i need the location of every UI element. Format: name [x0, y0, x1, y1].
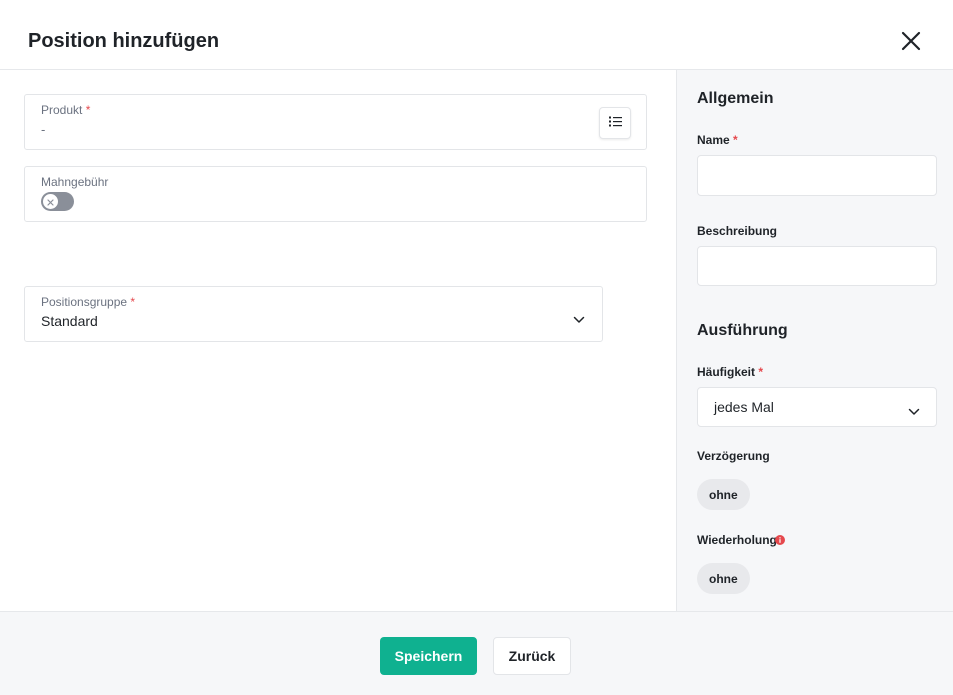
mahngebuehr-toggle[interactable] — [41, 192, 74, 211]
mahngebuehr-label: Mahngebühr — [41, 175, 109, 189]
save-button[interactable]: Speichern — [380, 637, 477, 675]
name-label: Name * — [697, 133, 738, 147]
dialog-title: Position hinzufügen — [28, 30, 220, 52]
wiederholung-label: Wiederholung — [697, 533, 777, 547]
name-input[interactable] — [697, 155, 937, 196]
produkt-label: Produkt * — [41, 103, 91, 117]
wiederholung-chip[interactable]: ohne — [697, 563, 750, 594]
chevron-down-icon — [573, 311, 585, 323]
produkt-field[interactable]: Produkt * - — [24, 94, 647, 150]
verzoegerung-label: Verzögerung — [697, 449, 770, 463]
positionsgruppe-label: Positionsgruppe * — [41, 295, 136, 309]
haeufigkeit-select[interactable]: jedes Mal — [697, 387, 937, 427]
close-icon[interactable] — [899, 29, 923, 53]
dialog-footer: Speichern Zurück — [0, 611, 953, 695]
main-form: Produkt * - Mahngebühr Positionsgruppe *… — [0, 70, 676, 611]
toggle-knob — [43, 194, 58, 209]
mahngebuehr-field: Mahngebühr — [24, 166, 647, 222]
haeufigkeit-value: jedes Mal — [714, 399, 774, 415]
beschreibung-label: Beschreibung — [697, 224, 778, 238]
ausfuehrung-heading: Ausführung — [697, 322, 788, 339]
beschreibung-input[interactable] — [697, 246, 937, 286]
back-button[interactable]: Zurück — [493, 637, 571, 675]
dialog-header: Position hinzufügen — [0, 0, 953, 70]
positionsgruppe-select[interactable]: Positionsgruppe * Standard — [24, 286, 603, 342]
product-picker-button[interactable] — [599, 107, 631, 139]
info-icon[interactable] — [775, 535, 785, 545]
chevron-down-icon — [908, 403, 920, 415]
sidebar: Allgemein Name * Beschreibung Ausführung… — [676, 70, 953, 611]
haeufigkeit-label: Häufigkeit * — [697, 365, 764, 379]
verzoegerung-chip[interactable]: ohne — [697, 479, 750, 510]
list-icon — [608, 114, 622, 132]
produkt-value: - — [41, 122, 46, 137]
x-icon — [47, 193, 54, 211]
allgemein-heading: Allgemein — [697, 90, 774, 107]
positionsgruppe-value: Standard — [41, 313, 98, 329]
